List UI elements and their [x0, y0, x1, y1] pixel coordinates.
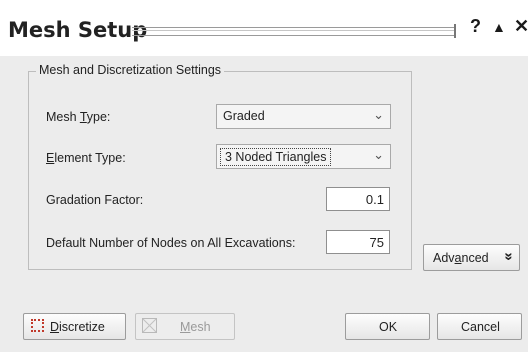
element-type-select[interactable]: 3 Noded Triangles ⌄ [216, 144, 391, 169]
chevron-down-icon: ⌄ [373, 147, 384, 162]
gradation-factor-label: Gradation Factor: [46, 193, 144, 207]
expand-chevron-icon: » [500, 252, 518, 261]
discretize-button[interactable]: Discretize [23, 313, 126, 340]
gradation-factor-input[interactable]: 0.1 [326, 187, 390, 211]
ok-label: OK [379, 320, 398, 334]
cancel-label: Cancel [461, 320, 500, 334]
default-nodes-input[interactable]: 75 [326, 230, 390, 254]
dialog-title: Mesh Setup [8, 18, 148, 42]
mesh-type-label: Mesh Type: [46, 110, 111, 124]
help-button[interactable]: ? [470, 16, 481, 37]
drag-grip[interactable] [132, 27, 456, 36]
default-nodes-label: Default Number of Nodes on All Excavatio… [46, 236, 296, 250]
default-nodes-value: 75 [369, 235, 384, 250]
element-type-value: 3 Noded Triangles [220, 148, 332, 166]
mesh-icon [142, 318, 157, 333]
chevron-down-icon: ⌄ [373, 107, 384, 122]
cancel-button[interactable]: Cancel [437, 313, 522, 340]
element-type-label: Element Type: [46, 151, 126, 165]
collapse-button[interactable]: ▲ [492, 19, 506, 35]
title-bar[interactable]: Mesh Setup ? ▲ ✕ [0, 0, 528, 56]
mesh-button[interactable]: Mesh [135, 313, 235, 340]
advanced-button[interactable]: Advanced » [423, 244, 520, 271]
group-title: Mesh and Discretization Settings [36, 63, 225, 77]
discretize-icon [31, 319, 44, 332]
close-button[interactable]: ✕ [514, 16, 528, 37]
mesh-type-value: Graded [223, 109, 265, 123]
advanced-label: Advanced [433, 251, 489, 265]
discretize-label: Discretize [50, 320, 105, 334]
mesh-type-select[interactable]: Graded ⌄ [216, 104, 391, 129]
mesh-label: Mesh [180, 320, 211, 334]
grip-end-marker [454, 24, 456, 38]
gradation-factor-value: 0.1 [365, 192, 384, 207]
ok-button[interactable]: OK [345, 313, 430, 340]
